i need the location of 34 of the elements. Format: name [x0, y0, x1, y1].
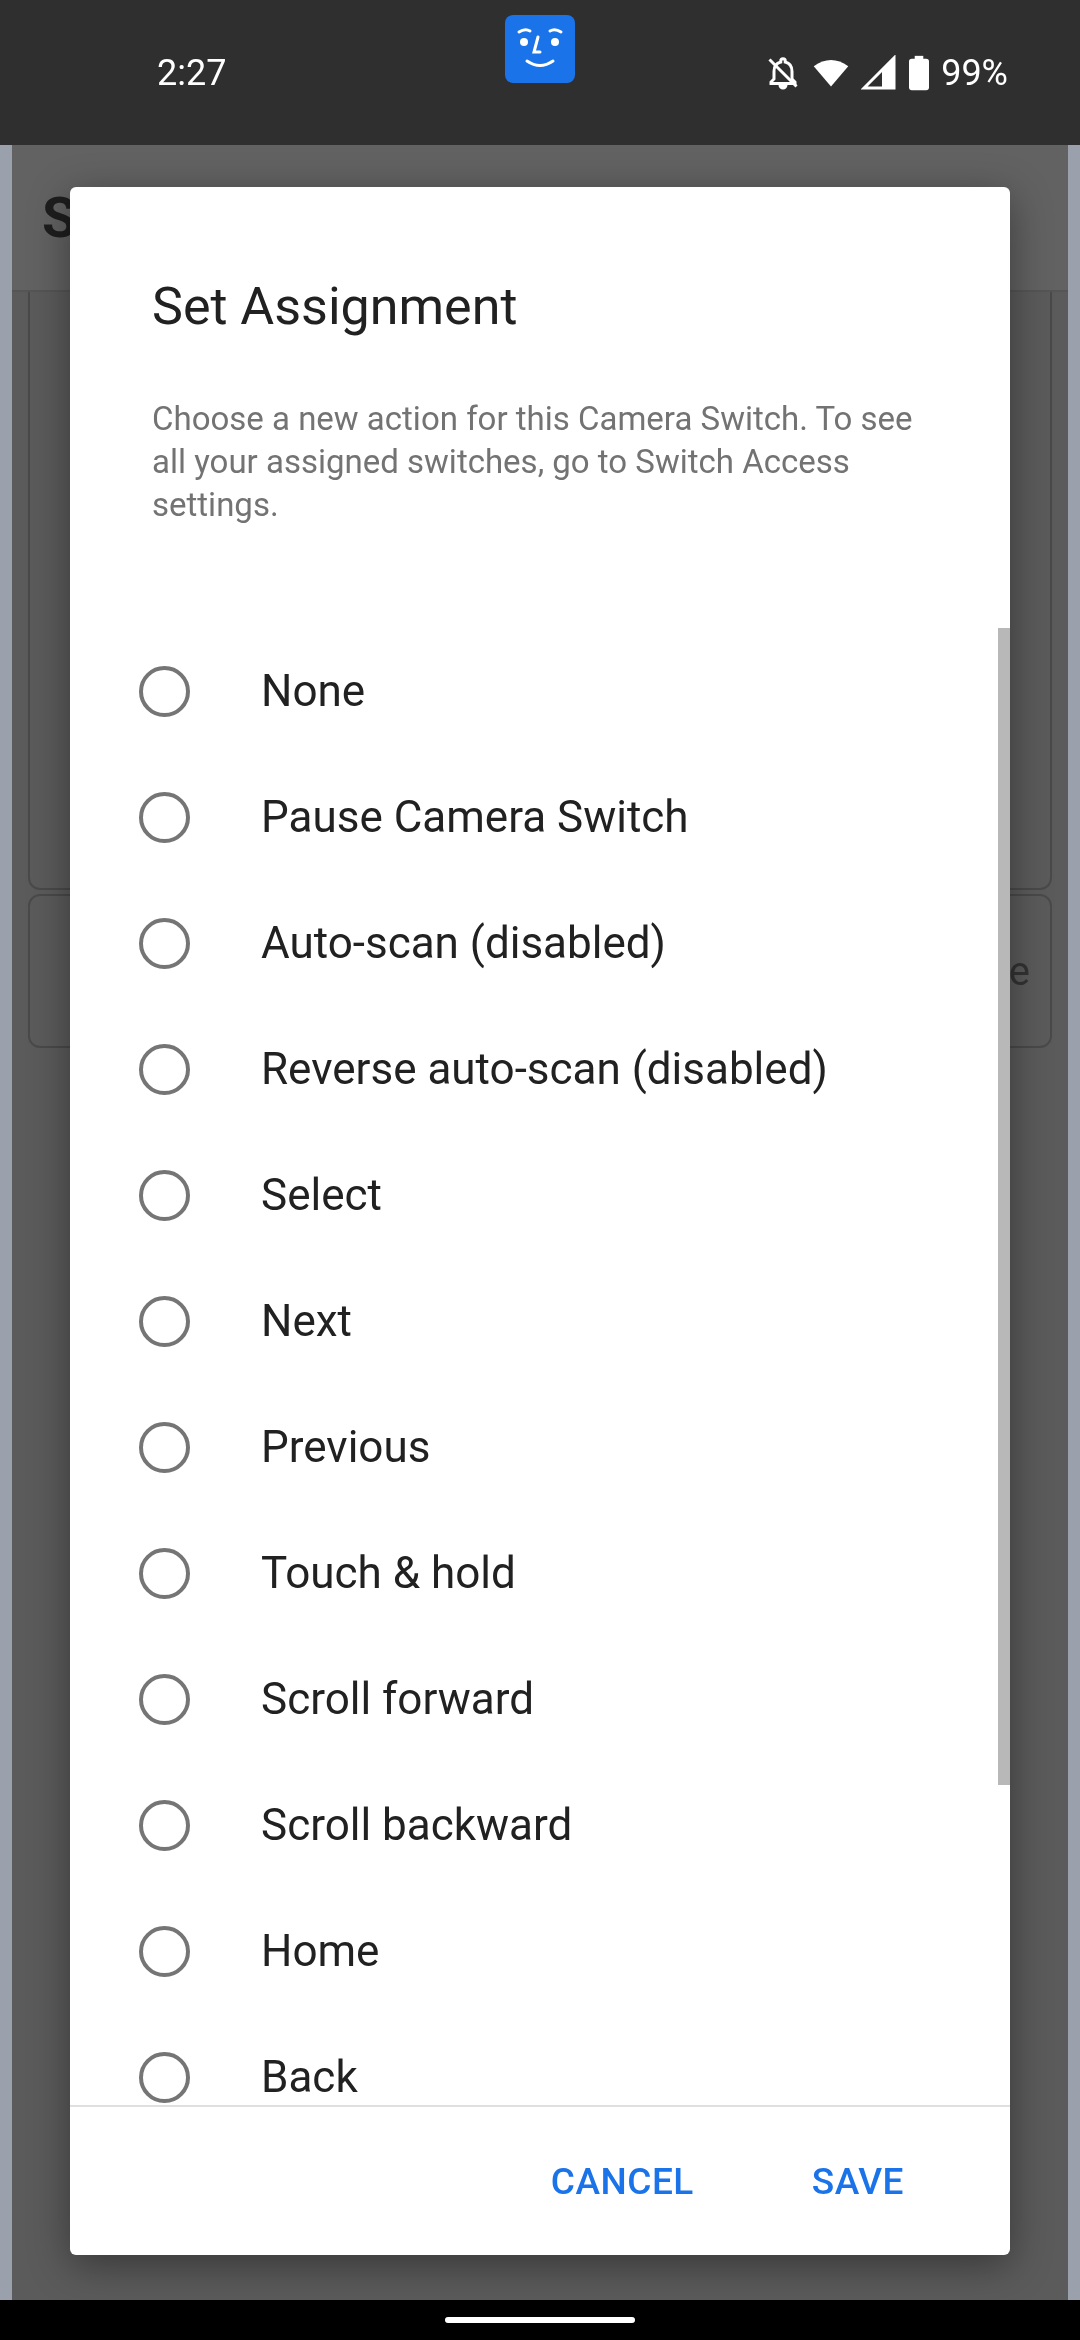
radio-option[interactable]: Home — [70, 1888, 1010, 2014]
radio-button[interactable] — [139, 1295, 190, 1347]
battery-percent: 99% — [941, 51, 1008, 94]
radio-button[interactable] — [139, 1925, 190, 1977]
status-time: 2:27 — [157, 51, 227, 94]
radio-option[interactable]: Touch & hold — [70, 1510, 1010, 1636]
radio-button[interactable] — [139, 1421, 190, 1473]
radio-option[interactable]: Previous — [70, 1384, 1010, 1510]
radio-option[interactable]: Scroll forward — [70, 1636, 1010, 1762]
radio-option[interactable]: Next — [70, 1258, 1010, 1384]
radio-button[interactable] — [139, 1547, 190, 1599]
dialog-button[interactable]: SAVE — [787, 2147, 928, 2215]
dialog-title: Set Assignment — [152, 277, 519, 337]
radio-button[interactable] — [139, 1169, 190, 1221]
dialog-description: Choose a new action for this Camera Switch. To see all your assigned switches, go to Switch Access settings. — [152, 398, 914, 526]
radio-option[interactable]: Auto-scan (disabled) — [70, 880, 1010, 1006]
radio-option[interactable]: None — [70, 628, 1010, 754]
radio-option[interactable]: Pause Camera Switch — [70, 754, 1010, 880]
radio-button[interactable] — [139, 1799, 190, 1851]
radio-button[interactable] — [139, 791, 190, 843]
radio-button[interactable] — [139, 1673, 190, 1725]
radio-button[interactable] — [139, 665, 190, 717]
radio-option[interactable]: Reverse auto-scan (disabled) — [70, 1006, 1010, 1132]
radio-option[interactable]: Scroll backward — [70, 1762, 1010, 1888]
dialog-button[interactable]: CANCEL — [526, 2147, 718, 2215]
battery-icon — [909, 54, 930, 91]
radio-option[interactable]: Select — [70, 1132, 1010, 1258]
radio-button[interactable] — [139, 2051, 190, 2103]
radio-button[interactable] — [139, 1043, 190, 1095]
radio-option[interactable]: Back — [70, 2014, 1010, 2105]
signal-icon — [861, 54, 898, 91]
face-app-icon — [505, 15, 575, 83]
home-handle[interactable] — [445, 2317, 635, 2323]
radio-button[interactable] — [139, 917, 190, 969]
